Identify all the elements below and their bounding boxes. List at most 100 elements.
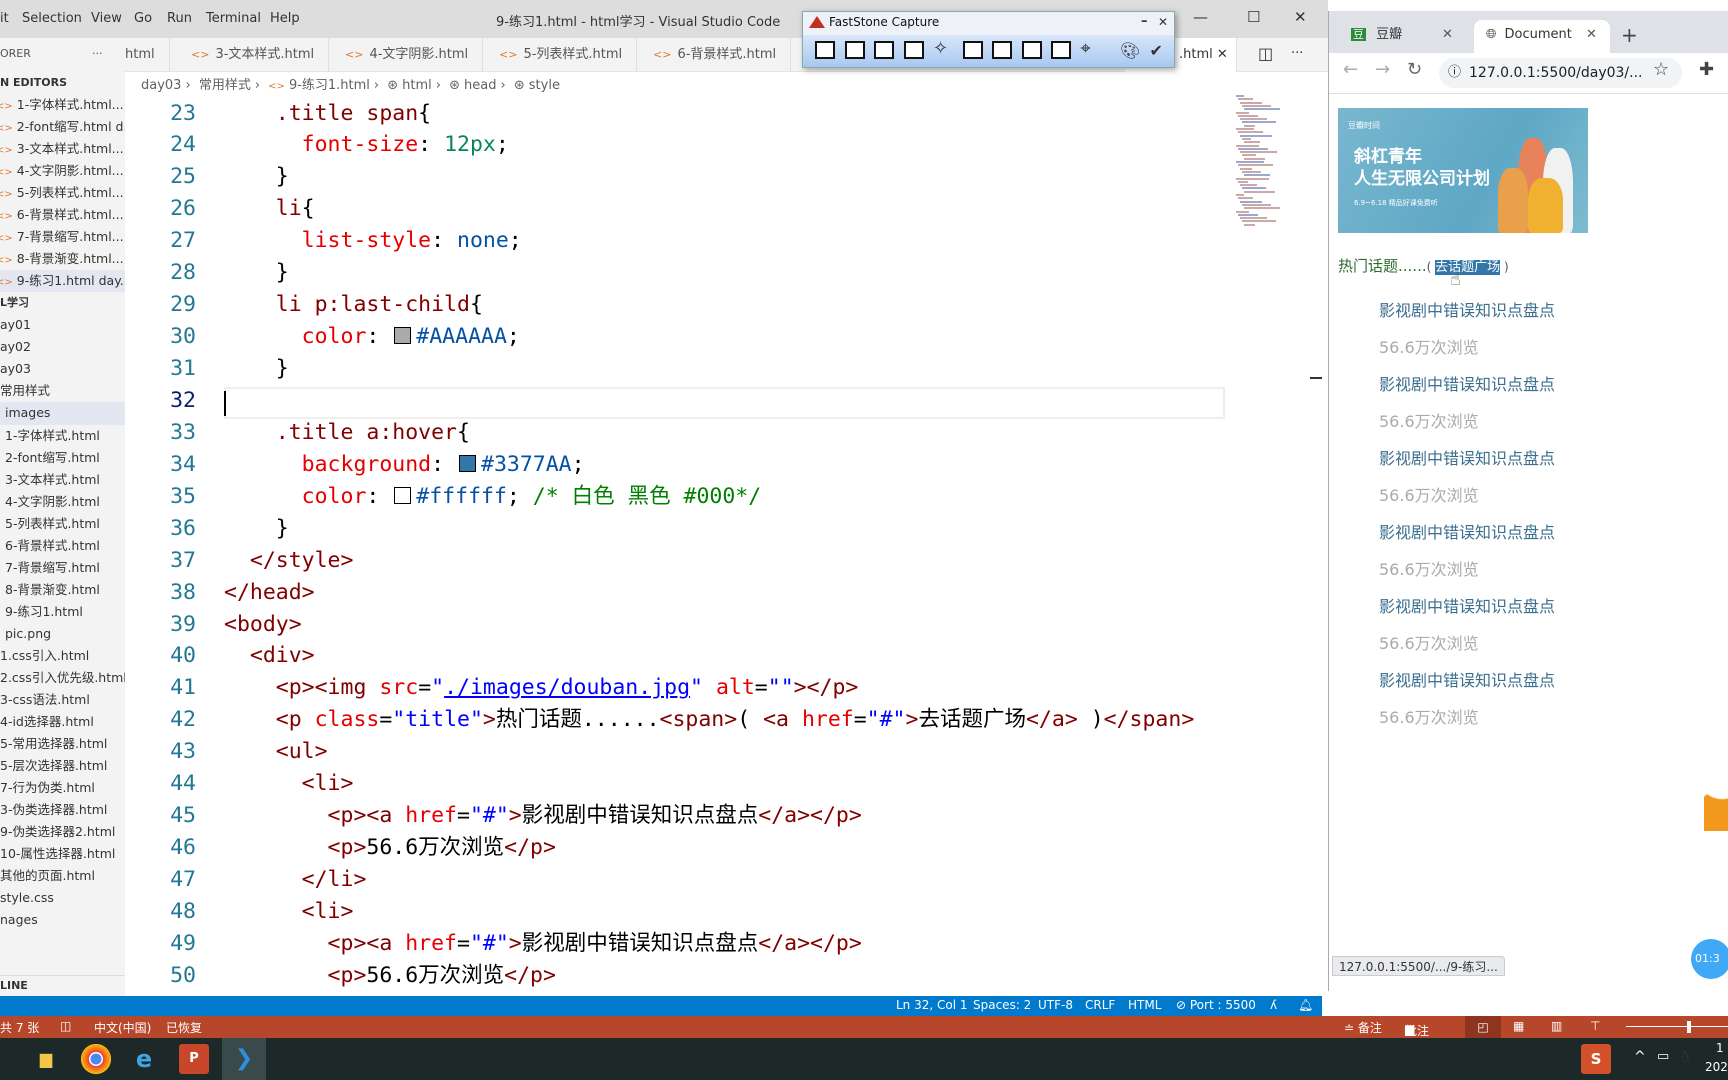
tree-section-header[interactable]: N EDITORS: [0, 72, 125, 94]
code-line[interactable]: 50 <p>56.6万次浏览</p>: [125, 960, 1225, 992]
capture-window-icon[interactable]: [844, 41, 865, 59]
douban-banner-image[interactable]: 豆瓣时间 斜杠青年 人生无限公司计划 6.9~6.18 精品好课免费听: [1338, 108, 1588, 233]
code-line[interactable]: 23 .title span{: [125, 98, 1225, 130]
capture-fixed-icon[interactable]: [1021, 41, 1042, 59]
tab-3-text-style[interactable]: <> 3-文本样式.html: [177, 38, 330, 72]
faststone-minimize-button[interactable]: –: [1141, 14, 1148, 29]
site-info-icon[interactable]: ⓘ: [1448, 58, 1461, 88]
cursor-position[interactable]: Ln 32, Col 1: [896, 998, 968, 1012]
tree-item[interactable]: 3-伪类选择器.html: [0, 799, 125, 821]
code-line[interactable]: 49 <p><a href="#">影视剧中错误知识点盘点</a></p>: [125, 928, 1225, 960]
crosshair-icon[interactable]: ⌖: [1081, 40, 1101, 59]
tab-html[interactable]: html: [125, 38, 170, 72]
breadcrumb-file[interactable]: 9-练习1.html: [289, 78, 370, 93]
open-icon[interactable]: [815, 41, 835, 59]
mascot-widget-icon[interactable]: [1704, 751, 1728, 831]
code-line[interactable]: 42 <p class="title">热门话题......<span>( <a…: [125, 704, 1225, 736]
color-swatch[interactable]: [459, 454, 477, 472]
tree-item[interactable]: 9-练习1.html: [0, 601, 125, 623]
reload-icon[interactable]: ↻: [1407, 59, 1422, 80]
tree-item[interactable]: 6-背景样式.html: [0, 535, 125, 557]
code-editor[interactable]: 23 .title span{24 font-size: 12px; 25 } 26…: [125, 94, 1328, 996]
tree-item[interactable]: ay02: [0, 336, 125, 358]
end-of-line[interactable]: CRLF: [1085, 998, 1115, 1012]
code-line[interactable]: 26 li{: [125, 193, 1225, 225]
code-line[interactable]: 43 <ul>: [125, 736, 1225, 768]
tree-item[interactable]: <> 7-背景缩写.html...: [0, 226, 125, 248]
code-line[interactable]: 41 <p><img src="./images/douban.jpg" alt…: [125, 672, 1225, 704]
capture-rectangle-icon[interactable]: [903, 41, 924, 59]
breadcrumb-style[interactable]: style: [529, 78, 560, 93]
tree-item[interactable]: 4-文字阴影.html: [0, 491, 125, 513]
split-editor-icon[interactable]: ◫: [1258, 44, 1273, 63]
notes-button[interactable]: ≐ 备注: [1344, 1019, 1382, 1036]
code-line[interactable]: 36 }: [125, 513, 1225, 545]
menu-edit[interactable]: it: [0, 11, 9, 26]
code-line[interactable]: 39 <body>: [125, 609, 1225, 641]
tab-4-text-shadow[interactable]: <> 4-文字阴影.html: [331, 38, 484, 72]
capture-fullscreen-icon[interactable]: [962, 41, 983, 59]
tree-item[interactable]: <> 5-列表样式.html...: [0, 182, 125, 204]
address-bar[interactable]: ⓘ 127.0.0.1:5500/day03/...: [1439, 58, 1682, 88]
breadcrumb-day03[interactable]: day03: [141, 78, 181, 93]
faststone-close-button[interactable]: ✕: [1158, 15, 1168, 29]
code-line[interactable]: 45 <p><a href="#">影视剧中错误知识点盘点</a></p>: [125, 800, 1225, 832]
breadcrumb-folder[interactable]: 常用样式: [199, 78, 251, 93]
close-button[interactable]: ✕: [1294, 8, 1307, 26]
language[interactable]: 中文(中国): [94, 1019, 151, 1036]
normal-view-icon[interactable]: ◰: [1465, 1016, 1501, 1038]
topic-square-link[interactable]: 去话题广场: [1435, 260, 1501, 275]
tree-item[interactable]: 2-font缩写.html: [0, 447, 125, 469]
tree-item[interactable]: ay01: [0, 314, 125, 336]
tab-close-icon[interactable]: ✕: [1217, 47, 1228, 62]
tree-item[interactable]: 2.css引入优先级.html: [0, 667, 125, 689]
code-line[interactable]: 46 <p>56.6万次浏览</p>: [125, 832, 1225, 864]
browser-tab-close-icon[interactable]: ✕: [1442, 20, 1453, 50]
color-swatch[interactable]: [394, 486, 412, 504]
maximize-button[interactable]: ☐: [1247, 8, 1260, 26]
tree-item[interactable]: style.css: [0, 887, 125, 909]
recording-timer[interactable]: 01:3: [1691, 939, 1728, 979]
forward-icon[interactable]: →: [1375, 59, 1390, 80]
code-line[interactable]: 35 color: #ffffff; /* 白色 黑色 #000*/: [125, 481, 1225, 513]
breadcrumb-html[interactable]: html: [402, 78, 432, 93]
code-line[interactable]: 28 }: [125, 257, 1225, 289]
bell-icon[interactable]: 🔔︎: [1298, 998, 1313, 1012]
powerpoint-icon[interactable]: P: [179, 1044, 209, 1074]
tree-item[interactable]: 7-行为伪类.html: [0, 777, 125, 799]
tree-item[interactable]: nages: [0, 909, 125, 931]
tab-6-background-style[interactable]: <> 6-背景样式.html: [639, 38, 792, 72]
bookmark-star-icon[interactable]: ☆: [1653, 59, 1669, 80]
editor-icon[interactable]: 🎨︎: [1120, 41, 1140, 60]
capture-scrolling-icon[interactable]: [992, 41, 1012, 59]
menu-run[interactable]: Run: [167, 11, 192, 26]
code-lines[interactable]: 23 .title span{24 font-size: 12px; 25 } 26…: [125, 98, 1225, 992]
code-line[interactable]: 24 font-size: 12px;: [125, 129, 1225, 161]
tree-item[interactable]: 5-层次选择器.html: [0, 755, 125, 777]
indentation[interactable]: Spaces: 2: [973, 998, 1031, 1012]
battery-icon[interactable]: ▭: [1657, 1049, 1669, 1064]
code-line[interactable]: 25 }: [125, 161, 1225, 193]
code-line[interactable]: 38 </head>: [125, 577, 1225, 609]
vscode-icon[interactable]: ❯: [222, 1038, 266, 1080]
tree-item[interactable]: <> 4-文字阴影.html...: [0, 160, 125, 182]
tree-item[interactable]: 9-伪类选择器2.html: [0, 821, 125, 843]
tree-item[interactable]: 其他的页面.html: [0, 865, 125, 887]
topic-link[interactable]: 影视剧中错误知识点盘点: [1379, 301, 1555, 320]
capture-object-icon[interactable]: [874, 41, 894, 59]
tree-item[interactable]: <> 6-背景样式.html...: [0, 204, 125, 226]
language-mode[interactable]: HTML: [1128, 998, 1161, 1012]
code-line[interactable]: 34 background: #3377AA;: [125, 449, 1225, 481]
tree-item[interactable]: <> 1-字体样式.html...: [0, 94, 125, 116]
code-line[interactable]: 40 <div>: [125, 640, 1225, 672]
explorer-more-button[interactable]: ···: [92, 47, 103, 60]
code-line[interactable]: 37 </style>: [125, 545, 1225, 577]
tree-item[interactable]: 4-id选择器.html: [0, 711, 125, 733]
tree-item[interactable]: <> 2-font缩写.html d...: [0, 116, 125, 138]
zoom-slider[interactable]: [1626, 1026, 1728, 1027]
zoom-slider-thumb[interactable]: [1687, 1021, 1692, 1033]
live-server-port[interactable]: ⊘ Port : 5500: [1176, 998, 1256, 1012]
color-swatch[interactable]: [394, 327, 412, 345]
tree-item[interactable]: 10-属性选择器.html: [0, 843, 125, 865]
back-icon[interactable]: ←: [1343, 59, 1358, 80]
